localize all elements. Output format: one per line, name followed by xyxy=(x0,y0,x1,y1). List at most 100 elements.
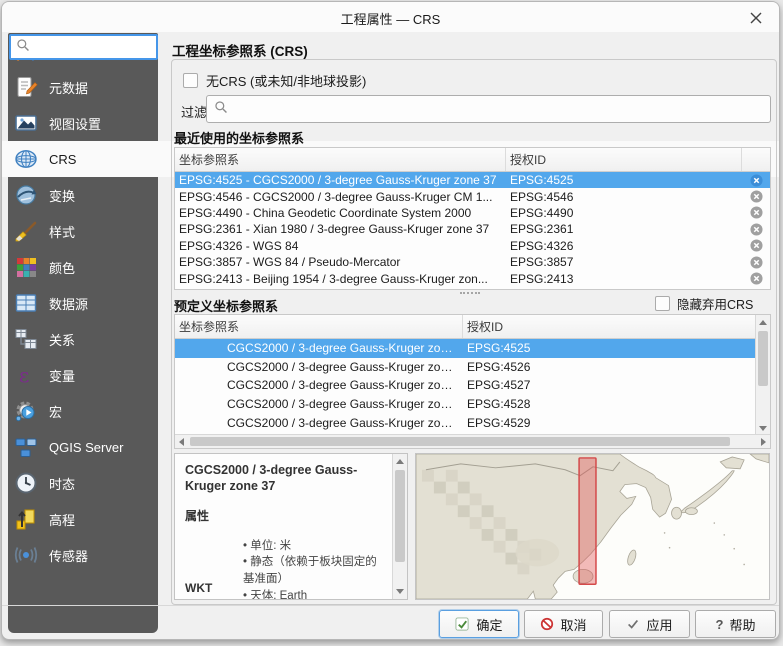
column-header-auth-id[interactable]: 授权ID xyxy=(463,315,755,338)
remove-crs-icon[interactable] xyxy=(749,256,763,269)
remove-crs-icon[interactable] xyxy=(749,206,763,220)
crs-filter-input[interactable] xyxy=(233,102,770,116)
scroll-up-icon[interactable] xyxy=(396,459,404,464)
recent-crs-row[interactable]: EPSG:4546 - CGCS2000 / 3-degree Gauss-Kr… xyxy=(175,188,770,204)
predefined-crs-row[interactable]: CGCS2000 / 3-degree Gauss-Kruger zone 37… xyxy=(175,339,755,358)
sidebar-item-label: 时态 xyxy=(49,476,76,492)
project-properties-dialog: 工程属性 — CRS 通用元数据视图设置CRS变换样式颜色数据源关系ε变量宏QG… xyxy=(1,1,780,640)
sidebar-item-label: 高程 xyxy=(49,512,76,528)
sidebar-item-label: QGIS Server xyxy=(49,439,124,455)
scroll-left-icon[interactable] xyxy=(179,438,184,446)
wkt-label: WKT xyxy=(185,581,213,595)
recent-crs-row[interactable]: EPSG:4525 - CGCS2000 / 3-degree Gauss-Kr… xyxy=(175,172,770,189)
column-header-crs[interactable]: 坐标参照系 xyxy=(175,315,463,338)
scroll-right-icon[interactable] xyxy=(761,438,766,446)
sidebar-search-box[interactable] xyxy=(9,34,158,60)
auth-id-cell: EPSG:4490 xyxy=(510,205,574,220)
sidebar-item-label: CRS xyxy=(49,151,77,167)
predefined-crs-row[interactable]: CGCS2000 / 3-degree Gauss-Kruger zone 40… xyxy=(175,395,755,414)
ok-button[interactable]: 确定 xyxy=(439,610,519,638)
column-header-remove xyxy=(742,148,770,171)
vertical-scrollbar[interactable] xyxy=(755,315,770,436)
crs-name-cell: CGCS2000 / 3-degree Gauss-Kruger zone 41 xyxy=(227,415,463,430)
ok-icon xyxy=(455,616,470,632)
apply-icon xyxy=(626,617,640,631)
scrollbar-thumb[interactable] xyxy=(758,331,768,386)
predefined-crs-row[interactable]: CGCS2000 / 3-degree Gauss-Kruger zone 41… xyxy=(175,413,755,432)
sidebar-item-label: 元数据 xyxy=(49,80,89,96)
scroll-down-icon[interactable] xyxy=(759,426,767,431)
recent-crs-row[interactable]: EPSG:4490 - China Geodetic Coordinate Sy… xyxy=(175,205,770,221)
sidebar-item-label: 传感器 xyxy=(49,548,89,564)
auth-id-cell: EPSG:4526 xyxy=(467,359,531,374)
metadata-icon xyxy=(13,74,39,100)
colors-icon xyxy=(13,254,39,280)
crs-properties-label: 属性 xyxy=(185,508,210,523)
sidebar-item-label: 宏 xyxy=(49,404,63,420)
sidebar-item-label: 变量 xyxy=(49,368,76,384)
crs-filter-box[interactable] xyxy=(206,95,771,123)
server-icon xyxy=(13,434,39,460)
crs-globe-icon xyxy=(13,146,39,172)
cancel-button[interactable]: 取消 xyxy=(524,610,603,638)
scroll-up-icon[interactable] xyxy=(759,320,767,325)
recent-crs-row[interactable]: EPSG:2361 - Xian 1980 / 3-degree Gauss-K… xyxy=(175,221,770,237)
remove-crs-icon[interactable] xyxy=(749,239,763,252)
remove-crs-icon[interactable] xyxy=(749,272,763,285)
recent-table-body: EPSG:4525 - CGCS2000 / 3-degree Gauss-Kr… xyxy=(175,172,770,287)
no-crs-label: 无CRS (或未知/非地球投影) xyxy=(206,74,367,89)
dialog-button-bar: 确定 取消 应用? 帮助 xyxy=(2,605,779,639)
scroll-down-icon[interactable] xyxy=(396,589,404,594)
help-button[interactable]: ? 帮助 xyxy=(695,610,776,638)
crs-name-cell: CGCS2000 / 3-degree Gauss-Kruger zone 37 xyxy=(227,341,463,356)
column-header-auth-id[interactable]: 授权ID xyxy=(506,148,742,171)
recent-crs-row[interactable]: EPSG:3857 - WGS 84 / Pseudo-Mercator EPSG… xyxy=(175,254,770,270)
macros-icon xyxy=(13,398,39,424)
crs-properties-list: 单位: 米静态（依赖于板块固定的基准面）天体: Earth方法: Transve… xyxy=(243,538,385,600)
auth-id-cell: EPSG:4546 xyxy=(510,189,574,204)
recent-table-header: 坐标参照系 授权ID xyxy=(175,148,770,172)
crs-info-title: CGCS2000 / 3-degree Gauss-Kruger zone 37 xyxy=(185,463,358,494)
horizontal-scrollbar[interactable] xyxy=(175,434,770,448)
crs-name-cell: EPSG:2361 - Xian 1980 / 3-degree Gauss-K… xyxy=(179,222,490,237)
scrollbar-thumb[interactable] xyxy=(190,437,730,446)
apply-button[interactable]: 应用 xyxy=(609,610,690,638)
splitter-handle[interactable] xyxy=(460,292,480,294)
data-sources-icon xyxy=(13,290,39,316)
vertical-scrollbar[interactable] xyxy=(392,454,407,599)
sidebar-item-label: 颜色 xyxy=(49,260,76,276)
button-label: 帮助 xyxy=(729,617,756,633)
close-icon[interactable] xyxy=(747,9,765,27)
cancel-icon xyxy=(540,617,554,631)
recent-crs-row[interactable]: EPSG:2413 - Beijing 1954 / 3-degree Gaus… xyxy=(175,270,770,286)
no-crs-checkbox[interactable] xyxy=(183,73,198,88)
crs-extent-map xyxy=(415,453,770,600)
view-settings-icon xyxy=(13,110,39,136)
help-icon: ? xyxy=(715,616,724,632)
hide-deprecated-checkbox[interactable] xyxy=(655,296,670,311)
no-crs-row: 无CRS (或未知/非地球投影) xyxy=(183,71,366,90)
elevation-icon xyxy=(13,506,39,532)
remove-crs-icon[interactable] xyxy=(749,174,763,187)
remove-crs-icon[interactable] xyxy=(749,190,763,203)
predefined-crs-row[interactable]: CGCS2000 / 3-degree Gauss-Kruger zone 38… xyxy=(175,358,755,377)
crs-property-item: 天体: Earth xyxy=(243,588,385,599)
column-header-crs[interactable]: 坐标参照系 xyxy=(175,148,506,171)
auth-id-cell: EPSG:3857 xyxy=(510,255,574,270)
auth-id-cell: EPSG:4525 xyxy=(510,173,574,188)
sidebar-item-label: 样式 xyxy=(49,224,76,240)
predefined-table-header: 坐标参照系 授权ID xyxy=(175,315,755,339)
recent-crs-row[interactable]: EPSG:4326 - WGS 84 EPSG:4326 xyxy=(175,238,770,254)
scrollbar-thumb[interactable] xyxy=(395,470,405,562)
hide-deprecated-row: 隐藏弃用CRS xyxy=(655,294,753,313)
auth-id-cell: EPSG:4529 xyxy=(467,415,531,430)
sidebar-item-label: 视图设置 xyxy=(49,116,102,132)
crs-name-cell: EPSG:4326 - WGS 84 xyxy=(179,238,299,253)
button-label: 取消 xyxy=(560,617,587,633)
sidebar-search-input[interactable] xyxy=(34,40,156,54)
crs-property-item: 静态（依赖于板块固定的基准面） xyxy=(243,554,385,587)
remove-crs-icon[interactable] xyxy=(749,223,763,236)
auth-id-cell: EPSG:4528 xyxy=(467,397,531,412)
predefined-crs-row[interactable]: CGCS2000 / 3-degree Gauss-Kruger zone 39… xyxy=(175,376,755,395)
window-title: 工程属性 — CRS xyxy=(340,12,441,27)
